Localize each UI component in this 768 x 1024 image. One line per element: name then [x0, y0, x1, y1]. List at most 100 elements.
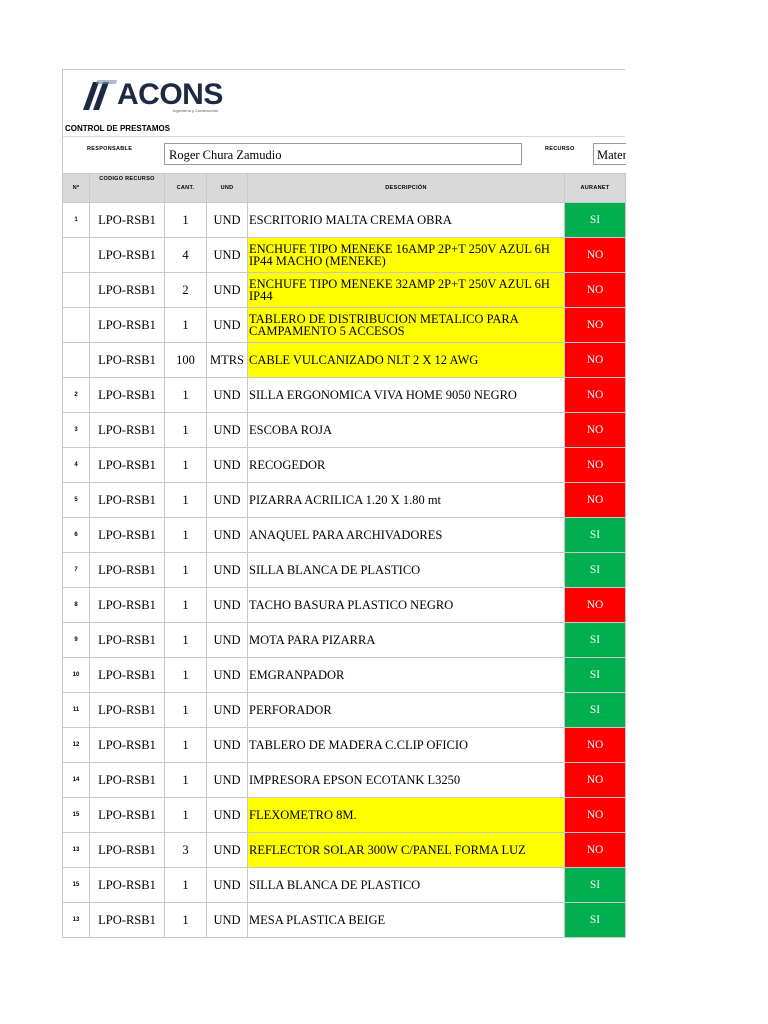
row-description: TACHO BASURA PLASTICO NEGRO — [247, 587, 565, 623]
row-number — [62, 342, 90, 378]
table-row: 3 LPO-RSB1 1 UND ESCOBA ROJA NO — [62, 412, 626, 448]
row-description: EMGRANPADOR — [247, 657, 565, 693]
logo-tagline: Ingeniería y Construcción — [173, 108, 219, 113]
row-auranet-status: SI — [564, 692, 626, 728]
row-code: LPO-RSB1 — [89, 482, 165, 518]
table-row: 6 LPO-RSB1 1 UND ANAQUEL PARA ARCHIVADORES SI — [62, 517, 626, 553]
row-auranet-status: NO — [564, 412, 626, 448]
row-number: 12 — [62, 727, 90, 763]
table-body: 1 LPO-RSB1 1 UND ESCRITORIO MALTA CREMA OBRA… — [62, 202, 626, 938]
loans-table: Nº CODIGO RECURSO CANT. UND DESCRIPCIÓN … — [62, 173, 626, 938]
company-logo: ACONS — [73, 80, 223, 110]
col-header-qty: CANT. — [164, 173, 207, 203]
row-description: RECOGEDOR — [247, 447, 565, 483]
row-code: LPO-RSB1 — [89, 237, 165, 273]
row-auranet-status: NO — [564, 342, 626, 378]
row-number: 11 — [62, 692, 90, 728]
row-code: LPO-RSB1 — [89, 517, 165, 553]
row-auranet-status: NO — [564, 797, 626, 833]
row-quantity: 1 — [164, 377, 207, 413]
table-row: LPO-RSB1 2 UND ENCHUFE TIPO MENEKE 32AMP 2P… — [62, 272, 626, 308]
table-row: 15 LPO-RSB1 1 UND SILLA BLANCA DE PLASTICO SI — [62, 867, 626, 903]
recurso-label: RECURSO — [545, 146, 575, 152]
row-unit: UND — [206, 517, 248, 553]
row-code: LPO-RSB1 — [89, 342, 165, 378]
row-code: LPO-RSB1 — [89, 727, 165, 763]
row-unit: UND — [206, 587, 248, 623]
table-row: LPO-RSB1 1 UND TABLERO DE DISTRIBUCION META… — [62, 307, 626, 343]
row-quantity: 1 — [164, 412, 207, 448]
row-description: ENCHUFE TIPO MENEKE 16AMP 2P+T 250V AZUL… — [247, 237, 565, 273]
row-code: LPO-RSB1 — [89, 377, 165, 413]
row-code: LPO-RSB1 — [89, 307, 165, 343]
row-number: 13 — [62, 832, 90, 868]
row-quantity: 4 — [164, 237, 207, 273]
row-code: LPO-RSB1 — [89, 797, 165, 833]
row-description: TABLERO DE MADERA C.CLIP OFICIO — [247, 727, 565, 763]
table-row: 1 LPO-RSB1 1 UND ESCRITORIO MALTA CREMA OBRA… — [62, 202, 626, 238]
row-quantity: 2 — [164, 272, 207, 308]
row-code: LPO-RSB1 — [89, 692, 165, 728]
row-quantity: 1 — [164, 517, 207, 553]
recurso-field[interactable]: Mater — [593, 143, 626, 165]
row-unit: UND — [206, 202, 248, 238]
row-unit: UND — [206, 902, 248, 938]
table-row: 5 LPO-RSB1 1 UND PIZARRA ACRILICA 1.20 X 1.8… — [62, 482, 626, 518]
row-description: FLEXOMETRO 8M. — [247, 797, 565, 833]
row-quantity: 1 — [164, 307, 207, 343]
row-number: 3 — [62, 412, 90, 448]
col-header-number: Nº — [62, 173, 90, 203]
row-description: SILLA BLANCA DE PLASTICO — [247, 552, 565, 588]
table-row: 13 LPO-RSB1 1 UND MESA PLASTICA BEIGE SI — [62, 902, 626, 938]
row-description: CABLE VULCANIZADO NLT 2 X 12 AWG — [247, 342, 565, 378]
table-row: 15 LPO-RSB1 1 UND FLEXOMETRO 8M. NO — [62, 797, 626, 833]
row-unit: UND — [206, 762, 248, 798]
table-row: 13 LPO-RSB1 3 UND REFLECTOR SOLAR 300W C/PAN… — [62, 832, 626, 868]
row-auranet-status: SI — [564, 867, 626, 903]
row-description: SILLA ERGONOMICA VIVA HOME 9050 NEGRO — [247, 377, 565, 413]
row-code: LPO-RSB1 — [89, 447, 165, 483]
table-row: 9 LPO-RSB1 1 UND MOTA PARA PIZARRA SI — [62, 622, 626, 658]
table-row: 8 LPO-RSB1 1 UND TACHO BASURA PLASTICO NEGRO… — [62, 587, 626, 623]
col-header-description: DESCRIPCIÓN — [247, 173, 565, 203]
logo-wordmark: ACONS — [117, 78, 223, 111]
col-header-code: CODIGO RECURSO — [89, 173, 165, 203]
row-code: LPO-RSB1 — [89, 657, 165, 693]
row-auranet-status: NO — [564, 237, 626, 273]
row-code: LPO-RSB1 — [89, 902, 165, 938]
row-quantity: 1 — [164, 902, 207, 938]
table-row: LPO-RSB1 4 UND ENCHUFE TIPO MENEKE 16AMP 2P… — [62, 237, 626, 273]
row-quantity: 1 — [164, 587, 207, 623]
row-auranet-status: NO — [564, 482, 626, 518]
responsable-field[interactable]: Roger Chura Zamudio — [164, 143, 522, 165]
row-description: MOTA PARA PIZARRA — [247, 622, 565, 658]
row-number: 15 — [62, 797, 90, 833]
row-unit: UND — [206, 657, 248, 693]
table-row: 12 LPO-RSB1 1 UND TABLERO DE MADERA C.CLIP O… — [62, 727, 626, 763]
row-auranet-status: SI — [564, 657, 626, 693]
row-number: 4 — [62, 447, 90, 483]
row-quantity: 1 — [164, 202, 207, 238]
table-row: 11 LPO-RSB1 1 UND PERFORADOR SI — [62, 692, 626, 728]
row-number: 6 — [62, 517, 90, 553]
table-row: 10 LPO-RSB1 1 UND EMGRANPADOR SI — [62, 657, 626, 693]
row-number: 8 — [62, 587, 90, 623]
table-row: LPO-RSB1 100 MTRS CABLE VULCANIZADO NLT 2 X… — [62, 342, 626, 378]
table-header-row: Nº CODIGO RECURSO CANT. UND DESCRIPCIÓN … — [62, 173, 626, 203]
row-code: LPO-RSB1 — [89, 587, 165, 623]
row-code: LPO-RSB1 — [89, 202, 165, 238]
row-code: LPO-RSB1 — [89, 412, 165, 448]
row-number: 2 — [62, 377, 90, 413]
logo-stripes-icon — [83, 80, 117, 110]
row-unit: UND — [206, 482, 248, 518]
row-code: LPO-RSB1 — [89, 832, 165, 868]
row-description: REFLECTOR SOLAR 300W C/PANEL FORMA LUZ — [247, 832, 565, 868]
row-unit: UND — [206, 272, 248, 308]
row-auranet-status: SI — [564, 902, 626, 938]
row-quantity: 1 — [164, 622, 207, 658]
table-row: 2 LPO-RSB1 1 UND SILLA ERGONOMICA VIVA HOME … — [62, 377, 626, 413]
row-unit: UND — [206, 727, 248, 763]
row-number: 5 — [62, 482, 90, 518]
row-unit: UND — [206, 412, 248, 448]
row-quantity: 3 — [164, 832, 207, 868]
